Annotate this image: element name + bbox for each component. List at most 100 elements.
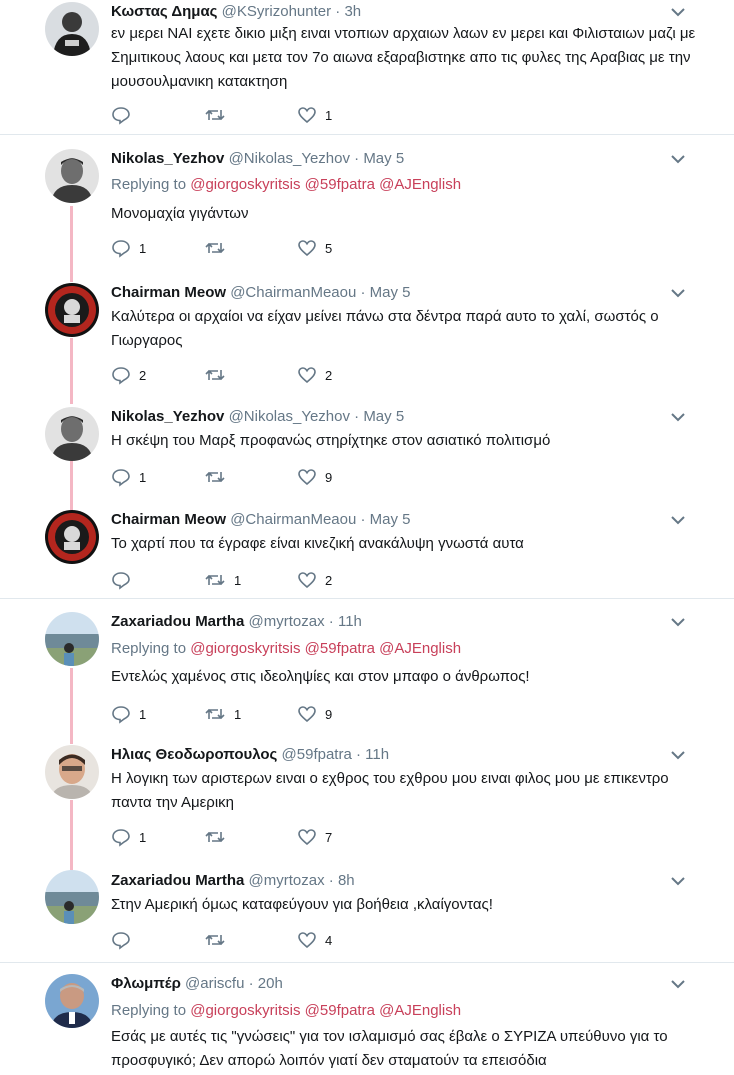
like-count: 2 bbox=[325, 572, 333, 588]
like-button[interactable]: 7 bbox=[297, 827, 332, 847]
tweet[interactable]: Zaxariadou Martha @myrtozax · 8h Στην Αμ… bbox=[0, 858, 734, 962]
user-handle[interactable]: @ariscfu bbox=[185, 975, 244, 992]
tweet[interactable]: Nikolas_Yezhov @Nikolas_Yezhov · May 5 Η… bbox=[0, 395, 734, 495]
like-button[interactable]: 4 bbox=[297, 930, 332, 950]
chevron-down-icon[interactable] bbox=[670, 873, 686, 889]
like-button[interactable]: 9 bbox=[297, 704, 332, 724]
avatar[interactable] bbox=[45, 745, 99, 799]
avatar[interactable] bbox=[45, 283, 99, 337]
display-name[interactable]: Nikolas_Yezhov bbox=[111, 408, 224, 425]
reply-button[interactable]: 1 bbox=[111, 704, 146, 724]
like-button[interactable]: 5 bbox=[297, 238, 332, 258]
mention-link[interactable]: @59fpatra bbox=[305, 176, 375, 193]
retweet-button[interactable] bbox=[204, 827, 234, 847]
tweet-time[interactable]: May 5 bbox=[370, 511, 411, 528]
retweet-button[interactable] bbox=[204, 365, 234, 385]
tweet-time[interactable]: 11h bbox=[365, 746, 389, 763]
like-button[interactable]: 2 bbox=[297, 570, 332, 590]
reply-icon bbox=[112, 469, 130, 487]
chevron-down-icon[interactable] bbox=[670, 409, 686, 425]
mention-link[interactable]: @59fpatra bbox=[305, 640, 375, 657]
mention-link[interactable]: @AJEnglish bbox=[379, 176, 461, 193]
tweet-time[interactable]: May 5 bbox=[370, 284, 411, 301]
chevron-down-icon[interactable] bbox=[670, 512, 686, 528]
avatar[interactable] bbox=[45, 974, 99, 1028]
mention-link[interactable]: @59fpatra bbox=[305, 1002, 375, 1019]
retweet-icon bbox=[205, 242, 225, 254]
mention-link[interactable]: @AJEnglish bbox=[379, 640, 461, 657]
display-name[interactable]: Zaxariadou Martha bbox=[111, 872, 244, 889]
retweet-icon bbox=[205, 831, 225, 843]
tweet-header: Chairman Meow @ChairmanMeaou · May 5 bbox=[111, 511, 674, 529]
reply-button[interactable] bbox=[111, 570, 139, 590]
retweet-icon bbox=[205, 934, 225, 946]
retweet-button[interactable] bbox=[204, 930, 234, 950]
display-name[interactable]: Zaxariadou Martha bbox=[111, 613, 244, 630]
tweet-time[interactable]: 8h bbox=[338, 872, 355, 889]
chevron-down-icon[interactable] bbox=[670, 747, 686, 763]
retweet-icon bbox=[205, 708, 225, 720]
display-name[interactable]: Nikolas_Yezhov bbox=[111, 150, 224, 167]
user-handle[interactable]: @myrtozax bbox=[249, 872, 325, 889]
tweet[interactable]: Chairman Meow @ChairmanMeaou · May 5 Το … bbox=[0, 498, 734, 598]
reply-button[interactable] bbox=[111, 930, 139, 950]
like-button[interactable]: 9 bbox=[297, 467, 332, 487]
user-handle[interactable]: @Nikolas_Yezhov bbox=[229, 150, 350, 167]
like-button[interactable]: 2 bbox=[297, 365, 332, 385]
mention-link[interactable]: @giorgoskyritsis bbox=[190, 1002, 300, 1019]
mention-link[interactable]: @AJEnglish bbox=[379, 1002, 461, 1019]
user-handle[interactable]: @59fpatra bbox=[282, 746, 352, 763]
display-name[interactable]: Ηλιας Θεοδωροπουλος bbox=[111, 746, 277, 763]
user-handle[interactable]: @ChairmanMeaou bbox=[230, 511, 356, 528]
user-handle[interactable]: @Nikolas_Yezhov bbox=[229, 408, 350, 425]
tweet-time[interactable]: 20h bbox=[258, 975, 283, 992]
user-handle[interactable]: @myrtozax bbox=[249, 613, 325, 630]
chevron-down-icon[interactable] bbox=[670, 285, 686, 301]
display-name[interactable]: Chairman Meow bbox=[111, 511, 226, 528]
reply-count: 1 bbox=[139, 240, 147, 256]
display-name[interactable]: Chairman Meow bbox=[111, 284, 226, 301]
display-name[interactable]: Φλωμπέρ bbox=[111, 975, 181, 992]
tweet[interactable]: Ηλιας Θεοδωροπουλος @59fpatra · 11h Η λο… bbox=[0, 731, 734, 861]
chevron-down-icon[interactable] bbox=[670, 614, 686, 630]
avatar[interactable] bbox=[45, 870, 99, 924]
like-button[interactable]: 1 bbox=[297, 105, 332, 125]
user-handle[interactable]: @KSyrizohunter bbox=[222, 3, 331, 20]
user-handle[interactable]: @ChairmanMeaou bbox=[230, 284, 356, 301]
tweet[interactable]: Chairman Meow @ChairmanMeaou · May 5 Καλ… bbox=[0, 273, 734, 395]
reply-button[interactable] bbox=[111, 105, 139, 125]
retweet-button[interactable] bbox=[204, 105, 234, 125]
tweet[interactable]: Φλωμπέρ @ariscfu · 20h Replying to @gior… bbox=[0, 963, 734, 1075]
avatar[interactable] bbox=[45, 510, 99, 564]
mention-link[interactable]: @giorgoskyritsis bbox=[190, 640, 300, 657]
avatar[interactable] bbox=[45, 612, 99, 666]
tweet[interactable]: Zaxariadou Martha @myrtozax · 11h Replyi… bbox=[0, 599, 734, 729]
retweet-button[interactable]: 1 bbox=[204, 704, 241, 724]
tweet-actions: 1 7 bbox=[111, 827, 371, 847]
reply-button[interactable]: 1 bbox=[111, 827, 146, 847]
chevron-down-icon[interactable] bbox=[670, 151, 686, 167]
avatar[interactable] bbox=[45, 2, 99, 56]
retweet-button[interactable] bbox=[204, 238, 234, 258]
tweet-actions: 1 bbox=[111, 105, 371, 125]
tweet-time[interactable]: 11h bbox=[338, 613, 362, 630]
reply-button[interactable]: 1 bbox=[111, 238, 146, 258]
retweet-button[interactable] bbox=[204, 467, 234, 487]
avatar[interactable] bbox=[45, 407, 99, 461]
tweet-time[interactable]: May 5 bbox=[363, 150, 404, 167]
display-name[interactable]: Κωστας Δημας bbox=[111, 3, 217, 20]
tweet-header: Ηλιας Θεοδωροπουλος @59fpatra · 11h bbox=[111, 746, 674, 764]
mention-link[interactable]: @giorgoskyritsis bbox=[190, 176, 300, 193]
tweet-time[interactable]: May 5 bbox=[363, 408, 404, 425]
chevron-down-icon[interactable] bbox=[670, 976, 686, 992]
tweet[interactable]: Nikolas_Yezhov @Nikolas_Yezhov · May 5 R… bbox=[0, 135, 734, 259]
separator-dot: · bbox=[355, 746, 361, 763]
avatar[interactable] bbox=[45, 149, 99, 203]
tweet-time[interactable]: 3h bbox=[344, 3, 361, 20]
chevron-down-icon[interactable] bbox=[670, 4, 686, 20]
reply-icon bbox=[112, 107, 130, 125]
retweet-button[interactable]: 1 bbox=[204, 570, 241, 590]
reply-button[interactable]: 2 bbox=[111, 365, 146, 385]
tweet[interactable]: Κωστας Δημας @KSyrizohunter · 3h εν μερε… bbox=[0, 0, 734, 134]
reply-button[interactable]: 1 bbox=[111, 467, 146, 487]
